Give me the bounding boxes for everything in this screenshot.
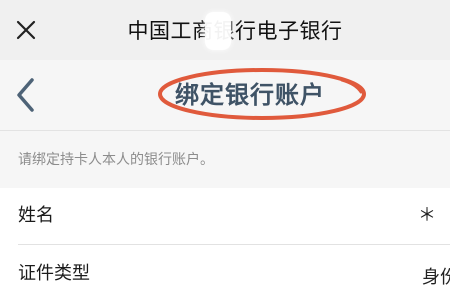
app-header: 中国工商银行电子银行 — [0, 0, 450, 60]
close-button[interactable] — [8, 10, 44, 50]
app-title: 中国工商银行电子银行 — [127, 19, 343, 43]
hint-section: 请绑定持卡人本人的银行账户。 — [0, 131, 450, 188]
chevron-left-icon — [14, 77, 36, 113]
name-value: ＊ — [418, 205, 436, 226]
id-type-row[interactable]: 证件类型 身份证 — [0, 247, 450, 299]
id-type-label: 证件类型 — [18, 263, 90, 284]
back-button[interactable] — [8, 74, 42, 116]
row-divider — [18, 244, 450, 245]
name-row[interactable]: 姓名 ＊ — [0, 189, 450, 241]
close-icon — [15, 19, 37, 41]
id-type-value: 身份证 — [422, 267, 450, 288]
page-title: 绑定银行账户 — [175, 81, 325, 109]
page-navigation-bar: 绑定银行账户 — [0, 60, 450, 131]
hint-text: 请绑定持卡人本人的银行账户。 — [18, 152, 214, 168]
name-label: 姓名 — [18, 205, 54, 226]
